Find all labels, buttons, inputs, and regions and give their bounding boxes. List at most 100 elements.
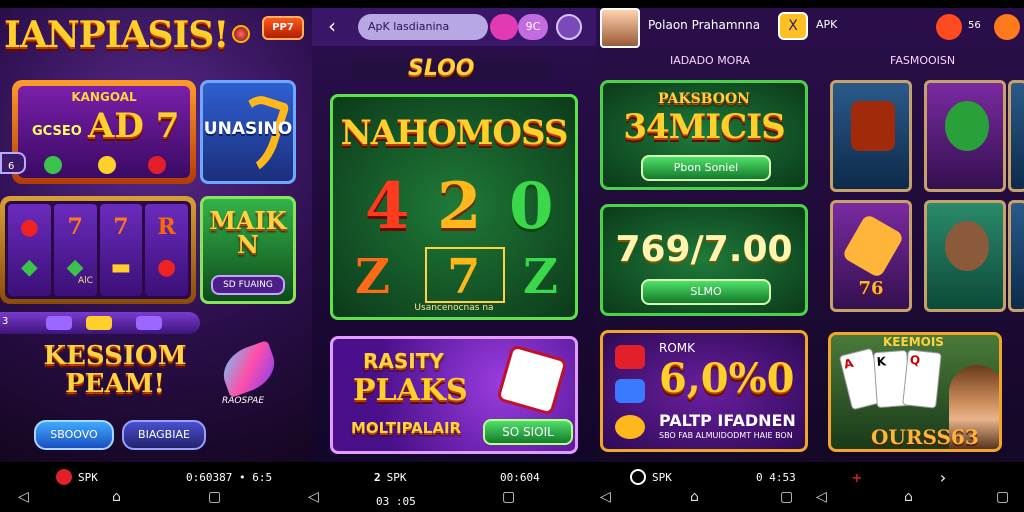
dock-button[interactable]: [136, 316, 162, 330]
side-bet-label: 6: [8, 161, 15, 172]
game-tile[interactable]: [1008, 80, 1024, 192]
avatar[interactable]: [600, 8, 640, 48]
back-nav-icon[interactable]: ◁: [600, 490, 611, 504]
promo-line-1: RASITY: [363, 349, 444, 373]
reel-control-dock: 3: [0, 312, 200, 334]
apk-logo-icon: [630, 469, 646, 485]
game-tile[interactable]: [924, 80, 1006, 192]
status-label: SPK: [78, 470, 98, 484]
status-label: SPK: [652, 470, 672, 484]
promo-line-2: PLAKS: [353, 373, 468, 408]
pill-button-left[interactable]: SBOOVO: [34, 420, 114, 450]
slot-reels[interactable]: ● ◆ 7 ◆ 7 ▬ R ●: [0, 196, 196, 304]
slot-machine-jackpot: AD 7: [88, 106, 180, 146]
reels-caption: AlC: [78, 276, 93, 286]
percent-card-value: 6,0%0: [659, 355, 795, 402]
top-button[interactable]: PP7: [262, 16, 304, 40]
pill-button-right[interactable]: BIAGBIAE: [122, 420, 206, 450]
percent-card[interactable]: ROMK 6,0%0 PALTP IFADNEN SBO FAB ALMUIDO…: [600, 330, 808, 452]
apk-label: APK: [816, 18, 838, 31]
jackpot-value: 769/7.00: [615, 229, 793, 270]
majk-button[interactable]: SD FUAING: [211, 275, 285, 295]
chevron-right-icon[interactable]: ›: [938, 468, 948, 487]
back-nav-icon[interactable]: ◁: [308, 490, 319, 504]
jackpot-digit: 0: [509, 169, 554, 244]
majk-game-tile[interactable]: MAIK N SD FUAING: [200, 196, 296, 304]
notification-icon[interactable]: [936, 14, 962, 40]
r-icon: R: [157, 214, 176, 240]
recents-nav-icon[interactable]: ▢: [208, 490, 221, 504]
status-bar: [596, 0, 1024, 8]
watermelon-icon: [44, 156, 62, 174]
leaf-icon: ◆: [20, 254, 38, 280]
game-tile[interactable]: [830, 80, 912, 192]
coin-icon[interactable]: [994, 14, 1020, 40]
game-tile-number: 76: [858, 278, 884, 299]
cross-icon[interactable]: +: [852, 468, 862, 487]
bonus-card-title: 34MICIS: [623, 107, 785, 147]
beaver-icon: [945, 221, 989, 271]
dock-button[interactable]: [86, 316, 112, 330]
top-app-bar: Polaon Prahamnna X APK 56: [596, 8, 1024, 48]
status-left: SPK: [56, 468, 98, 486]
casino-lobby-panel-3: Polaon Prahamnna X APK 56 IADADO MORA FA…: [596, 0, 1024, 462]
wing-logo-icon: [216, 340, 282, 398]
back-arrow-icon[interactable]: ‹: [328, 14, 336, 38]
dice-icon: [496, 344, 568, 416]
top-app-bar: ‹ ApK lasdianina 9C: [312, 8, 596, 46]
jackpot-card[interactable]: NAHOMOSS 4 2 0 Z 7 Z Usancenocnas na: [330, 94, 578, 320]
game-tile[interactable]: [924, 200, 1006, 312]
close-button[interactable]: X: [778, 12, 808, 40]
bar-icon: ▬: [110, 254, 132, 280]
reel: 7 ▬: [99, 204, 143, 296]
coin-icon: [98, 156, 116, 174]
wing-logo-label: RAOSPAE: [222, 396, 265, 406]
chip-icon[interactable]: [232, 25, 250, 43]
unasino-game-tile[interactable]: UNASINO: [200, 80, 296, 184]
reel: ● ◆: [8, 204, 51, 296]
card-game-amount: OURSS63: [871, 425, 979, 449]
home-nav-icon[interactable]: ⌂: [690, 490, 699, 504]
jackpot-digit: 4: [365, 169, 410, 244]
jackpot-value-button[interactable]: SLMO: [641, 279, 771, 305]
coins-icon: [615, 415, 645, 439]
recents-nav-icon[interactable]: ▢: [780, 490, 793, 504]
settings-icon[interactable]: [556, 14, 582, 40]
search-bar[interactable]: ApK lasdianina: [358, 14, 488, 40]
game-tile[interactable]: 76: [830, 200, 912, 312]
status-middle: 2 SPK: [374, 468, 407, 486]
bonus-card-label: PAKSBOON: [658, 91, 750, 107]
apk-logo-icon: 2: [374, 470, 381, 484]
bonus-card[interactable]: PAKSBOON 34MICIS Pbon Soniel: [600, 80, 808, 190]
badge-button[interactable]: 9C: [518, 14, 548, 40]
reel-symbol: Z: [523, 249, 559, 305]
home-nav-icon[interactable]: ⌂: [904, 490, 913, 504]
home-nav-icon[interactable]: ⌂: [112, 490, 121, 504]
gift-icon[interactable]: [490, 14, 518, 40]
back-nav-icon[interactable]: ◁: [816, 490, 827, 504]
back-nav-icon[interactable]: ◁: [18, 490, 29, 504]
promo-card[interactable]: RASITY PLAKS MOLTIPALAIR SO SIOIL: [330, 336, 578, 454]
recents-nav-icon[interactable]: ▢: [996, 490, 1009, 504]
screenshot-collage: IANPIASIS! PP7 KANGOAL GCSEO AD 7 6 UNAS…: [0, 0, 1024, 512]
status-label: SPK: [386, 470, 407, 484]
dock-button[interactable]: [46, 316, 72, 330]
majk-label: MAIK N: [209, 206, 287, 259]
card-game-banner[interactable]: KEEMOIS A K Q OURSS63: [828, 332, 1002, 452]
status-right: SPK: [630, 468, 672, 486]
slot-machine-sublabel: GCSEO: [32, 124, 82, 139]
status-time: 00:604: [500, 470, 540, 484]
status-time: 0:60387 • 6:5: [186, 470, 273, 484]
promo-button[interactable]: SO SIOIL: [483, 419, 573, 445]
recents-nav-icon[interactable]: ▢: [502, 490, 515, 504]
status-bar: [0, 0, 312, 8]
jackpot-value-card[interactable]: 769/7.00 SLMO: [600, 204, 808, 316]
leaf-icon: [945, 101, 989, 151]
promo-title: KESSIOM PEAM!: [43, 341, 187, 399]
cherry-icon: ●: [19, 214, 39, 240]
side-bet-tab[interactable]: 6: [0, 152, 26, 174]
bonus-card-button[interactable]: Pbon Soniel: [641, 155, 771, 181]
slot-machine-card[interactable]: KANGOAL GCSEO AD 7: [12, 80, 196, 184]
cherry-icon: [148, 156, 166, 174]
game-tile[interactable]: [1008, 200, 1024, 312]
